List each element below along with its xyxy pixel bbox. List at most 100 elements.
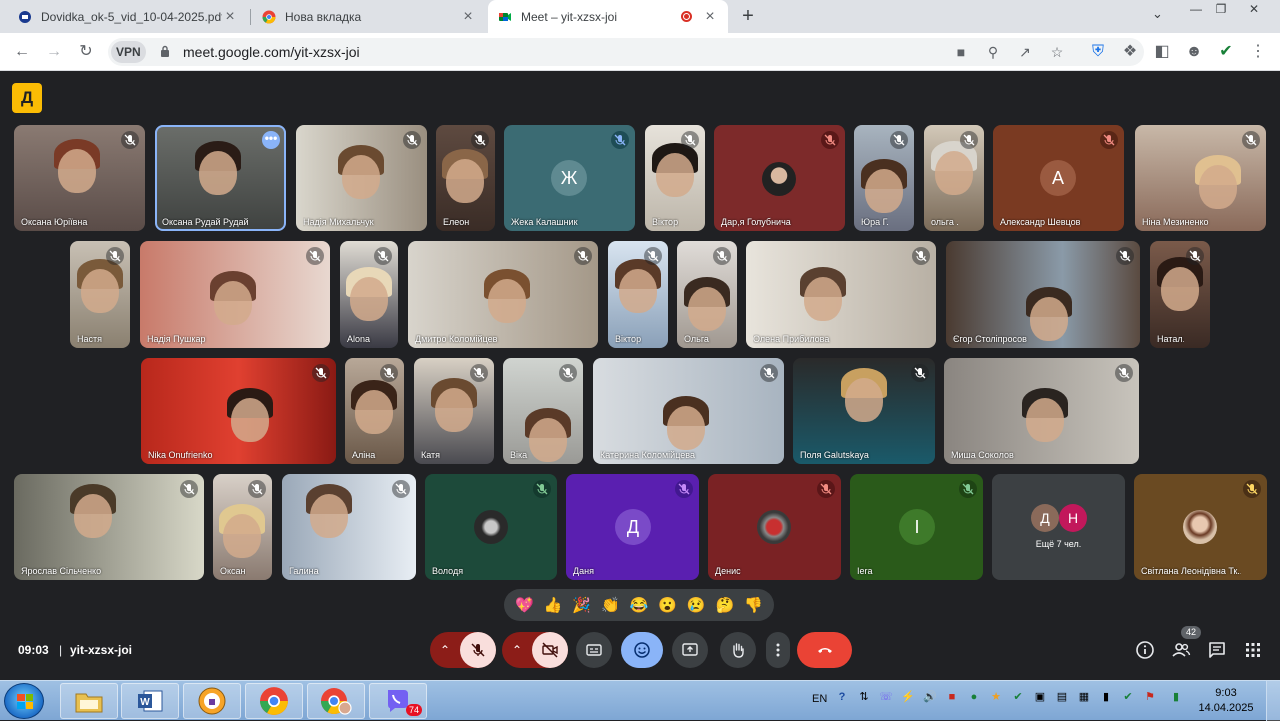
lock-icon[interactable] [160,45,170,57]
usb-icon[interactable]: ▣ [1032,689,1048,705]
start-button[interactable] [4,683,44,719]
vpn-badge[interactable]: VPN [111,41,146,63]
sad-reaction[interactable]: 😢 [684,593,708,617]
close-icon[interactable]: × [702,8,718,26]
system-clock[interactable]: 9:03 14.04.2025 [1198,686,1254,716]
participant-tile[interactable]: Оксана Юріївна [14,125,145,231]
power-icon[interactable]: ⚡ [900,689,916,705]
tab-meet[interactable]: Meet – yit-xzsx-joi × [488,0,728,33]
meet-activity-logo[interactable]: Д [12,83,42,113]
captions-button[interactable] [576,632,612,668]
participant-tile[interactable]: Олена Прибилова [746,241,936,348]
participant-tile[interactable]: Віктор... [608,241,668,348]
present-screen-button[interactable] [672,632,708,668]
display-icon[interactable]: ▤ [1054,689,1070,705]
url-text[interactable]: meet.google.com/yit-xzsx-joi [183,44,360,60]
participant-tile[interactable]: Денис [708,474,841,580]
leave-call-button[interactable] [797,632,852,668]
tab-new[interactable]: Нова вкладка × [252,0,486,33]
participant-tile[interactable]: Настя [70,241,130,348]
taskbar-chrome-profile[interactable] [307,683,365,719]
chat-button[interactable] [1207,640,1227,660]
audio-settings-chevron-icon[interactable]: ⌃ [430,643,460,657]
viber-tray-icon[interactable]: ☏ [878,689,894,705]
participant-tile[interactable]: Ніна Мезиненко [1135,125,1266,231]
participant-tile[interactable]: Галина [282,474,416,580]
participant-tile[interactable]: Поля Galutskaya [793,358,935,464]
profile-icon[interactable]: ☻ [1184,42,1204,62]
participant-tile[interactable]: Катерина Коломійцева [593,358,784,464]
star-icon[interactable]: ★ [988,689,1004,705]
participant-tile[interactable]: Натал... [1150,241,1210,348]
participant-tile[interactable]: Дар,я Голубнича [714,125,845,231]
more-options-button[interactable] [766,632,790,668]
raise-hand-button[interactable] [720,632,756,668]
people-button[interactable] [1171,640,1191,660]
participant-tile[interactable]: Єгор Століпросов [946,241,1140,348]
thumbs-down-reaction[interactable]: 👎 [742,593,766,617]
new-tab-button[interactable]: + [737,5,759,28]
participant-tile[interactable]: Володя [425,474,557,580]
language-indicator[interactable]: EN [812,693,827,705]
minimize-icon[interactable]: — [1187,2,1205,16]
participant-tile[interactable]: Миша Соколов [944,358,1139,464]
taskbar-explorer[interactable] [60,683,118,719]
zoom-icon[interactable]: ⚲ [983,42,1003,62]
taskbar-app-lock[interactable] [183,683,241,719]
show-desktop-button[interactable] [1266,681,1280,721]
reactions-button[interactable] [621,632,663,668]
more-options-icon[interactable]: ••• [262,131,280,149]
camera-blocked-icon[interactable]: ■ [951,42,971,62]
restore-icon[interactable]: ❐ [1212,2,1230,16]
video-settings-chevron-icon[interactable]: ⌃ [502,643,532,657]
participant-tile[interactable]: ••• Оксана Рудай Рудай [155,125,286,231]
kaspersky-icon[interactable]: ✔ [1120,689,1136,705]
tab-pdf[interactable]: Dovidka_ok-5_vid_10-04-2025.pdf × [8,0,248,33]
participant-tile[interactable]: I Iera [850,474,983,580]
signal-icon[interactable]: ▮ [1098,689,1114,705]
browser-menu-icon[interactable]: ⋮ [1248,42,1268,62]
back-icon[interactable]: ← [12,42,32,62]
heart-reaction[interactable]: 💖 [512,593,536,617]
participant-tile[interactable]: Ж Жека Калашник [504,125,635,231]
tab-search-chevron-icon[interactable]: ⌄ [1152,6,1163,22]
taskbar-viber[interactable]: 74 [369,683,427,719]
microphone-toggle-button[interactable] [460,632,496,668]
side-panel-icon[interactable]: ◧ [1152,42,1172,62]
clap-reaction[interactable]: 👏 [598,593,622,617]
participant-tile[interactable]: Юра Г... [854,125,914,231]
bookmark-star-icon[interactable]: ☆ [1047,42,1067,62]
speaker-muted-icon[interactable]: ■ [944,689,960,705]
taskbar-chrome[interactable] [245,683,303,719]
flag-icon[interactable]: ⚑ [1142,689,1158,705]
thinking-reaction[interactable]: 🤔 [713,593,737,617]
forward-icon[interactable]: → [44,42,64,62]
help-icon[interactable]: ? [834,689,850,705]
window-close-icon[interactable]: ✕ [1245,2,1263,16]
surprised-reaction[interactable]: 😮 [656,593,680,617]
activities-button[interactable] [1243,640,1263,660]
participant-tile[interactable]: А Александр Шевцов [993,125,1124,231]
participant-tile[interactable]: Віка [503,358,583,464]
camera-toggle-button[interactable] [532,632,568,668]
share-icon[interactable]: ↗ [1015,42,1035,62]
participant-tile[interactable]: Ольга ... [677,241,737,348]
reload-icon[interactable]: ↻ [76,42,96,62]
close-icon[interactable]: × [222,8,238,26]
tray-arrow-icon[interactable]: ⇅ [856,689,872,705]
participant-tile[interactable]: Надія Михальчук [296,125,427,231]
participant-tile[interactable]: Віктор... [645,125,705,231]
party-reaction[interactable]: 🎉 [570,593,594,617]
address-bar[interactable]: VPN meet.google.com/yit-xzsx-joi ■ ⚲ ↗ ☆ [108,38,1144,66]
taskbar-word[interactable]: W [121,683,179,719]
thumbs-up-reaction[interactable]: 👍 [541,593,565,617]
participant-tile[interactable]: ольга ... [924,125,984,231]
participant-tile[interactable]: Nika Onufrienko [141,358,336,464]
update-icon[interactable]: ● [966,689,982,705]
participant-tile[interactable]: Катя [414,358,494,464]
adguard-icon[interactable]: ✔ [1216,42,1236,62]
close-icon[interactable]: × [460,8,476,26]
security-check-icon[interactable]: ✔ [1010,689,1026,705]
meeting-details-button[interactable] [1135,640,1155,660]
participant-tile[interactable]: Надія Пушкар [140,241,330,348]
